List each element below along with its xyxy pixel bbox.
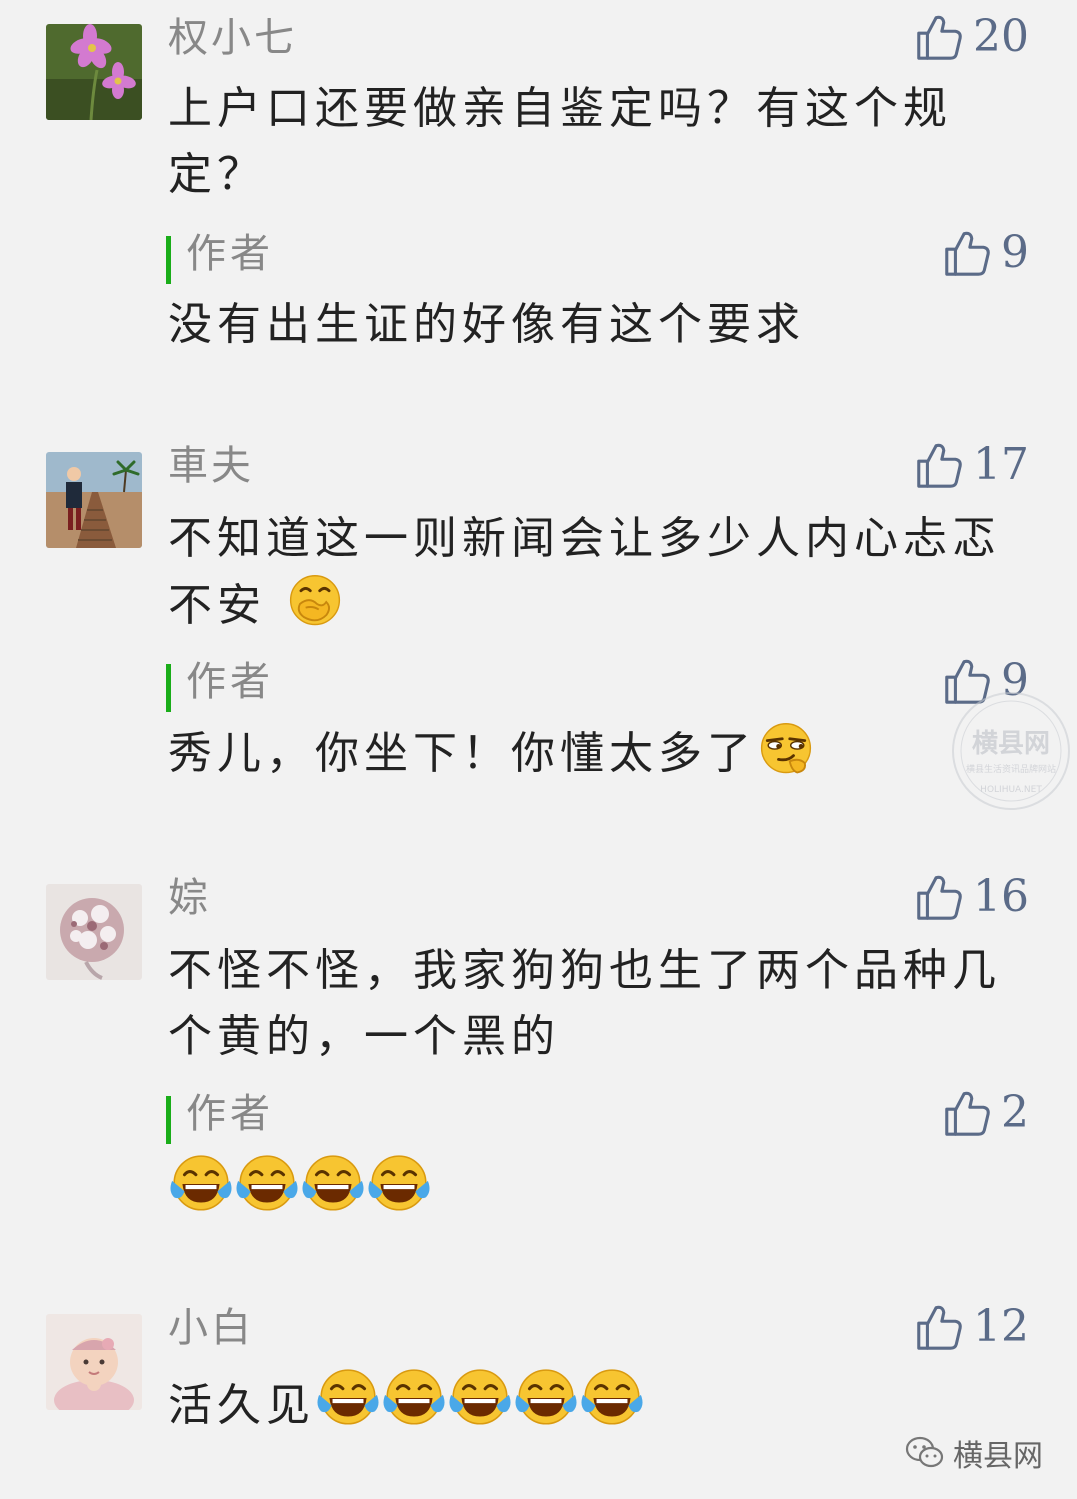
watermark-seal: 横县网 横县生活资讯品牌网站 HOLIHUA.NET bbox=[952, 692, 1070, 810]
reply-text: 秀儿，你坐下！你懂太多了 bbox=[168, 720, 1028, 787]
like-button[interactable]: 20 bbox=[913, 10, 1029, 64]
avatar[interactable] bbox=[46, 452, 142, 548]
reply-like-button[interactable]: 2 bbox=[941, 1086, 1029, 1140]
tears-of-joy-emoji bbox=[381, 1366, 447, 1432]
author-label: 作者 bbox=[186, 659, 274, 705]
account-name: 横县网 bbox=[953, 1439, 1043, 1474]
author-reply-bar bbox=[166, 1096, 171, 1144]
avatar[interactable] bbox=[46, 884, 142, 980]
reply-text bbox=[168, 1152, 1028, 1225]
like-button[interactable]: 12 bbox=[913, 1300, 1029, 1354]
reply-text: 没有出生证的好像有这个要求 bbox=[168, 299, 805, 350]
like-button[interactable]: 17 bbox=[913, 438, 1029, 492]
avatar[interactable] bbox=[46, 1314, 142, 1410]
comment-text: 不知道这一则新闻会让多少人内心忐忑不安 bbox=[168, 506, 1028, 639]
tears-of-joy-emoji bbox=[300, 1152, 366, 1218]
tears-of-joy-emoji bbox=[513, 1366, 579, 1432]
thumbs-up-icon bbox=[941, 1088, 991, 1138]
author-reply-bar bbox=[166, 664, 171, 712]
tears-of-joy-emoji bbox=[579, 1366, 645, 1432]
tears-of-joy-emoji bbox=[168, 1152, 234, 1218]
tears-of-joy-emoji bbox=[447, 1366, 513, 1432]
reply-like-button[interactable]: 9 bbox=[941, 226, 1029, 280]
tears-of-joy-emoji bbox=[315, 1366, 381, 1432]
thumbs-up-icon bbox=[941, 228, 991, 278]
like-count: 2 bbox=[1001, 1087, 1029, 1138]
comment-text: 上户口还要做亲自鉴定吗？有这个规定？ bbox=[168, 83, 952, 200]
account-footer: 横县网 bbox=[905, 1431, 1043, 1475]
watermark-url: HOLIHUA.NET bbox=[980, 785, 1042, 795]
nickname: 权小七 bbox=[168, 15, 297, 61]
like-count: 9 bbox=[1001, 227, 1029, 278]
nickname: 婃 bbox=[168, 875, 211, 921]
watermark-subtitle: 横县生活资讯品牌网站 bbox=[966, 763, 1056, 775]
like-count: 16 bbox=[973, 871, 1029, 922]
reply-text-content: 秀儿，你坐下！你懂太多了 bbox=[168, 728, 756, 779]
wechat-icon bbox=[905, 1436, 944, 1468]
comment-text: 不怪不怪，我家狗狗也生了两个品种几个黄的，一个黑的 bbox=[168, 945, 1001, 1062]
tears-of-joy-emoji bbox=[234, 1152, 300, 1218]
like-count: 20 bbox=[973, 11, 1029, 62]
author-reply-bar bbox=[166, 236, 171, 284]
tears-of-joy-emoji bbox=[366, 1152, 432, 1218]
thumbs-up-icon bbox=[913, 440, 963, 490]
watermark-title: 横县网 bbox=[972, 729, 1050, 759]
avatar[interactable] bbox=[46, 24, 142, 120]
comment-text: 活久见 bbox=[168, 1366, 1028, 1439]
comment-text-content: 活久见 bbox=[168, 1380, 315, 1431]
nickname: 小白 bbox=[168, 1305, 254, 1351]
smirking-emoji bbox=[756, 720, 816, 780]
like-button[interactable]: 16 bbox=[913, 870, 1029, 924]
like-count: 17 bbox=[973, 439, 1029, 490]
author-label: 作者 bbox=[186, 231, 274, 277]
author-label: 作者 bbox=[186, 1091, 274, 1137]
nickname: 車夫 bbox=[168, 443, 254, 489]
like-count: 12 bbox=[973, 1301, 1029, 1352]
thumbs-up-icon bbox=[913, 1302, 963, 1352]
thumbs-up-icon bbox=[913, 12, 963, 62]
thumbs-up-icon bbox=[913, 872, 963, 922]
hand-over-mouth-emoji bbox=[285, 572, 345, 632]
